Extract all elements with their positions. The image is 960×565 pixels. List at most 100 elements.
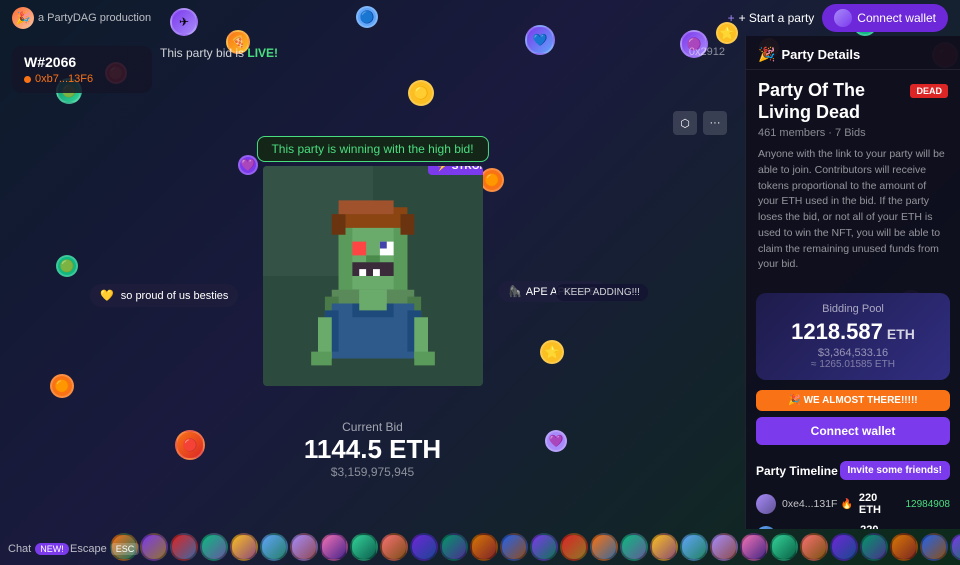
timeline-address: 0xe4...131F🔥 — [782, 498, 853, 510]
strip-avatar — [410, 533, 438, 561]
bidding-pool-sub: ≈ 1265.01585 ETH — [768, 359, 938, 370]
party-stats: 461 members · 7 Bids — [758, 127, 948, 139]
nft-info-box: W#2066 0xb7...13F6 — [12, 46, 152, 93]
strip-avatar — [200, 533, 228, 561]
bid-info: Current Bid 1144.5 ETH $3,159,975,945 — [304, 420, 441, 479]
strip-avatar — [350, 533, 378, 561]
address-text: 0xb7...13F6 — [35, 73, 93, 85]
keep-adding: KEEP ADDING!!! — [556, 284, 648, 301]
live-text: LIVE! — [247, 46, 278, 60]
timeline-item: 0xe4...131F🔥 220 ETH 12984908 — [756, 488, 950, 520]
connect-wallet-button[interactable]: Connect wallet — [822, 4, 948, 32]
chat-text: so proud of us besties — [121, 290, 229, 302]
partydag-logo: 🎉 a PartyDAG production — [12, 7, 151, 29]
strip-avatar — [500, 533, 528, 561]
nft-address: 0xb7...13F6 — [24, 73, 140, 85]
party-details-title: Party Details — [781, 47, 860, 62]
strong-text: STRONG — [452, 166, 483, 172]
almost-there-text: 🎉 WE ALMOST THERE!!!!! — [788, 395, 917, 406]
top-bar: 🎉 a PartyDAG production + + Start a part… — [0, 0, 960, 36]
share-icon[interactable]: ⬡ — [673, 111, 697, 135]
party-name: Party Of The Living Dead — [758, 80, 904, 123]
timeline-header: Party Timeline Invite some friends! — [756, 461, 950, 480]
party-info-section: Party Of The Living Dead DEAD 461 member… — [746, 70, 960, 293]
strip-avatar — [530, 533, 558, 561]
tx-hash: 0x2912 — [689, 46, 725, 58]
timeline-tx: 12984908 — [906, 499, 951, 510]
strip-avatar — [260, 533, 288, 561]
nft-image-area: ⚡ STRONG — [263, 166, 483, 386]
strip-avatar — [740, 533, 768, 561]
left-panel: W#2066 0xb7...13F6 This party bid is LIV… — [0, 36, 745, 529]
party-emoji-icon: 🎉 — [758, 46, 775, 63]
strip-avatar — [140, 533, 168, 561]
strip-avatar — [920, 533, 948, 561]
action-icons: ⬡ ··· — [673, 111, 727, 135]
connect-wallet-label: Connect wallet — [857, 11, 936, 25]
strip-avatar — [830, 533, 858, 561]
bidding-pool-label: Bidding Pool — [768, 303, 938, 315]
party-description: Anyone with the link to your party will … — [758, 147, 948, 273]
wallet-avatar — [834, 9, 852, 27]
keep-adding-text: KEEP ADDING!!! — [564, 287, 640, 298]
escape-label: Escape ESC — [70, 543, 139, 555]
bottom-bar: Chat NEW! Escape ESC — [0, 529, 960, 565]
menu-icon[interactable]: ··· — [703, 111, 727, 135]
connect-wallet-panel-button[interactable]: Connect wallet — [756, 417, 950, 445]
logo-icon: 🎉 — [12, 7, 34, 29]
strip-avatar — [470, 533, 498, 561]
timeline-item: 0x22...Cb32🔥220 ETH12985713 — [756, 520, 950, 529]
strip-avatar — [320, 533, 348, 561]
strip-avatar — [710, 533, 738, 561]
top-bar-left: 🎉 a PartyDAG production — [12, 7, 151, 29]
start-party-button[interactable]: + + Start a party — [728, 11, 815, 25]
strip-avatar — [950, 533, 960, 561]
timeline-eth: 220 ETH — [859, 492, 900, 516]
bidding-pool-card: Bidding Pool 1218.587 ETH $3,364,533.16 … — [756, 293, 950, 380]
logo-text: a PartyDAG production — [38, 12, 151, 24]
timeline-avatar — [756, 494, 776, 514]
strip-avatar — [680, 533, 708, 561]
party-details-header: 🎉 Party Details — [746, 36, 960, 70]
chat-bubble-besties: 💛 so proud of us besties — [90, 284, 238, 307]
party-title-line: Party Of The Living Dead DEAD — [758, 80, 948, 123]
strip-avatar — [620, 533, 648, 561]
strip-avatar — [860, 533, 888, 561]
current-bid-label: Current Bid — [304, 420, 441, 434]
live-prefix: This party bid is — [160, 46, 244, 60]
live-badge: This party bid is LIVE! — [160, 46, 278, 60]
almost-there-button[interactable]: 🎉 WE ALMOST THERE!!!!! — [756, 390, 950, 411]
bidding-pool-amount: 1218.587 — [791, 319, 883, 345]
strip-avatar — [650, 533, 678, 561]
invite-button[interactable]: Invite some friends! — [840, 461, 950, 480]
strip-avatar — [440, 533, 468, 561]
esc-badge: ESC — [111, 543, 140, 555]
dead-badge: DEAD — [910, 84, 948, 98]
start-party-label: + Start a party — [739, 11, 815, 25]
right-panel: 🎉 Party Details Party Of The Living Dead… — [745, 36, 960, 529]
pixel-zombie-svg — [263, 166, 483, 386]
orange-dot — [24, 76, 31, 83]
nft-id: W#2066 — [24, 54, 140, 70]
strip-avatar — [590, 533, 618, 561]
escape-text: Escape — [70, 543, 107, 555]
plus-icon: + — [728, 11, 735, 25]
bidding-pool-usd: $3,364,533.16 — [768, 347, 938, 359]
strip-avatar — [170, 533, 198, 561]
main-content: W#2066 0xb7...13F6 This party bid is LIV… — [0, 36, 960, 529]
strip-avatar — [890, 533, 918, 561]
connect-wallet-panel-text: Connect wallet — [811, 424, 896, 438]
chat-text-label: Chat — [8, 543, 31, 555]
chat-new-badge: NEW! — [35, 543, 69, 555]
strip-avatar — [230, 533, 258, 561]
current-bid-amount: 1144.5 ETH — [304, 434, 441, 465]
current-bid-usd: $3,159,975,945 — [304, 465, 441, 479]
timeline-list: 0xe4...131F🔥 220 ETH 12984908 0x22...Cb32🔥2… — [756, 488, 950, 529]
timeline-title: Party Timeline — [756, 464, 838, 478]
strip-avatar — [770, 533, 798, 561]
status-area: 🎉 WE ALMOST THERE!!!!! Connect wallet — [756, 390, 950, 445]
invite-text: Invite some friends! — [848, 465, 942, 476]
winning-banner: This party is winning with the high bid! — [256, 136, 488, 162]
strong-badge: ⚡ STRONG — [428, 166, 482, 175]
chat-emoji: 💛 — [100, 290, 114, 302]
